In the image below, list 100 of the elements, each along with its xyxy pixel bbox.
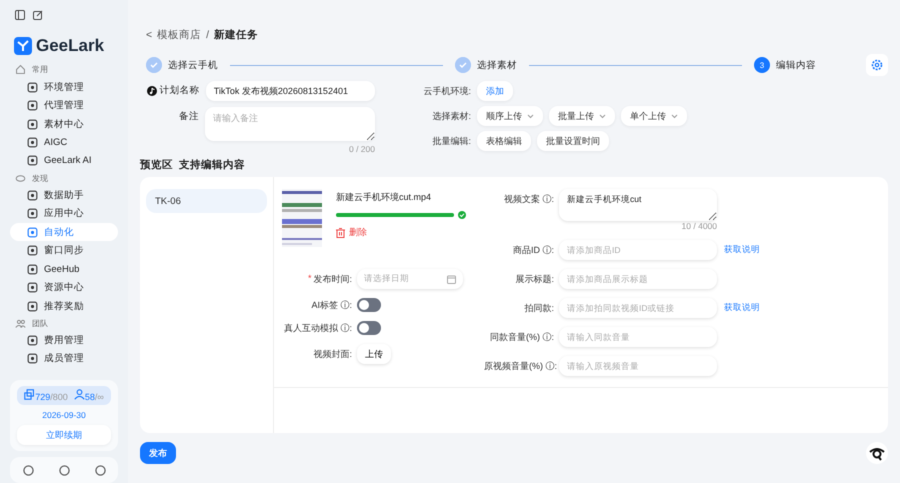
option-button[interactable]: 表格编辑 xyxy=(477,131,531,151)
field-label: 商品ID ⓘ: xyxy=(512,244,554,256)
char-counter: 0 / 200 xyxy=(349,144,375,154)
field-label: 展示标题: xyxy=(514,272,554,286)
member-count: 58/∞ xyxy=(84,392,104,402)
nav-item[interactable]: 自动化 xyxy=(10,223,118,242)
field-label: 同款音量(%) ⓘ: xyxy=(489,330,554,344)
edit-icon[interactable] xyxy=(33,10,43,20)
dropdown-button[interactable]: 顺序上传 xyxy=(477,106,543,126)
sidebar-toggle-icon[interactable] xyxy=(15,10,25,20)
square-icon xyxy=(27,190,38,201)
copy-icon xyxy=(24,389,36,400)
breadcrumb-link[interactable]: 模板商店 xyxy=(157,28,202,42)
square-icon xyxy=(27,208,38,220)
renew-button[interactable]: 立即续期 xyxy=(17,425,111,446)
square-icon xyxy=(27,264,38,275)
step-number: 3 xyxy=(754,57,770,73)
input-field[interactable]: 请添加商品展示标题 xyxy=(559,269,717,289)
option-button[interactable]: 批量设置时间 xyxy=(537,131,609,151)
nav-item[interactable]: 推荐奖励 xyxy=(10,296,118,316)
square-icon xyxy=(27,118,38,130)
option-label: 云手机环境: xyxy=(422,84,471,98)
field-label: 计划名称 xyxy=(160,84,200,98)
nav-item[interactable]: 数据助手 xyxy=(10,186,118,205)
help-link[interactable]: 获取说明 xyxy=(724,302,760,314)
field-label: 拍同款: xyxy=(523,302,554,314)
step-label: 选择云手机 xyxy=(168,58,218,72)
caret-icon xyxy=(527,114,534,118)
input-field[interactable]: 请输入原视频音量 xyxy=(559,356,717,376)
toggle-switch[interactable] xyxy=(357,298,381,312)
caption-field[interactable]: 新建云手机环境cut xyxy=(559,189,717,221)
nav-item[interactable]: GeeLark AI xyxy=(10,152,118,170)
field-label: 真人互动模拟 ⓘ: xyxy=(284,322,352,334)
delete-button[interactable]: 删除 xyxy=(336,226,466,239)
nav-item[interactable]: 环境管理 xyxy=(10,78,118,96)
field-label: 发布时间: xyxy=(313,272,352,286)
person-icon xyxy=(74,389,85,400)
square-icon xyxy=(27,282,38,294)
settings-button[interactable] xyxy=(866,54,888,76)
option-label: 批量编辑: xyxy=(431,134,471,148)
home-icon xyxy=(15,64,26,76)
nav-item[interactable]: GeeHub xyxy=(10,260,118,278)
step-label: 选择素材 xyxy=(477,58,517,72)
nav-item[interactable]: 应用中心 xyxy=(10,204,118,224)
account-item[interactable]: TK-06 xyxy=(146,189,267,213)
square-icon xyxy=(27,334,38,346)
nav-item[interactable]: 资源中心 xyxy=(10,278,118,297)
help-link[interactable]: 获取说明 xyxy=(724,244,760,256)
publish-button[interactable]: 发布 xyxy=(140,442,176,464)
nav-item[interactable]: 素材中心 xyxy=(10,114,118,134)
input-field[interactable]: 请添加商品ID xyxy=(559,240,717,260)
square-icon xyxy=(27,353,38,364)
eye-icon[interactable] xyxy=(866,442,888,464)
square-icon xyxy=(27,100,38,112)
char-counter: 10 / 4000 xyxy=(682,221,717,231)
option-button[interactable]: 添加 xyxy=(477,81,513,101)
square-icon xyxy=(27,82,38,93)
square-icon xyxy=(27,136,38,148)
nav-item[interactable]: 成员管理 xyxy=(10,350,118,368)
section-title: 团队 xyxy=(32,318,48,329)
toggle-switch[interactable] xyxy=(357,321,381,335)
profile-count: 729/800 xyxy=(35,392,68,402)
people-icon xyxy=(15,318,26,329)
expiry-date: 2026-09-30 xyxy=(42,410,86,420)
required-mark: * xyxy=(308,272,312,284)
upload-button[interactable]: 上传 xyxy=(357,344,391,364)
trash-icon xyxy=(336,228,345,238)
circle-icon[interactable] xyxy=(94,464,106,476)
square-icon xyxy=(27,155,38,166)
caret-icon xyxy=(671,114,678,118)
input-field[interactable]: 请添加拍同款视频ID或链接 xyxy=(559,298,717,318)
field-label: 视频文案 ⓘ: xyxy=(502,193,554,206)
section-title: 常用 xyxy=(32,64,48,76)
circle-icon[interactable] xyxy=(58,464,70,476)
plan-name-field[interactable]: TikTok 发布视频20260813152401 xyxy=(206,81,375,101)
nav-item[interactable]: 代理管理 xyxy=(10,96,118,115)
field-label: 备注 xyxy=(179,110,199,124)
square-icon xyxy=(27,300,38,312)
dropdown-button[interactable]: 批量上传 xyxy=(549,106,615,126)
file-name: 新建云手机环境cut.mp4 xyxy=(336,191,432,204)
nav-item[interactable]: AIGC xyxy=(10,133,118,152)
page-title: 新建任务 xyxy=(214,28,258,42)
section-title: 发现 xyxy=(32,172,48,184)
check-icon xyxy=(458,211,466,219)
input-field[interactable]: 请输入同款音量 xyxy=(559,327,717,347)
step-label: 编辑内容 xyxy=(776,58,816,72)
field-label: 原视频音量(%) ⓘ: xyxy=(484,360,554,372)
breadcrumb-separator: / xyxy=(206,29,210,41)
note-field[interactable]: 请输入备注 xyxy=(205,107,375,141)
dropdown-button[interactable]: 单个上传 xyxy=(621,106,687,126)
circle-icon[interactable] xyxy=(22,464,34,476)
logo-icon xyxy=(14,36,32,55)
back-arrow[interactable]: < xyxy=(146,29,152,41)
nav-item[interactable]: 窗口同步 xyxy=(10,241,118,260)
nav-item[interactable]: 费用管理 xyxy=(10,331,118,350)
brand-name: GeeLark xyxy=(36,36,104,56)
section-title: 预览区 xyxy=(140,158,173,172)
option-label: 选择素材: xyxy=(431,110,471,122)
caret-icon xyxy=(599,114,606,118)
gear-icon xyxy=(871,59,883,71)
